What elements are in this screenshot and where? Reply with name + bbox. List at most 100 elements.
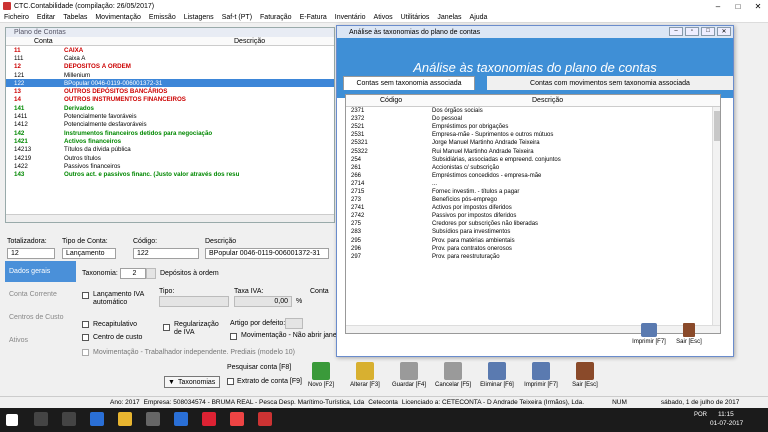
- dialog-maximize-button[interactable]: □: [701, 27, 715, 36]
- extrato-checkbox[interactable]: [227, 378, 234, 385]
- plano-row[interactable]: 122 BPopular 0046-0119-006001372-31: [6, 79, 334, 88]
- col-conta[interactable]: Conta: [6, 38, 64, 45]
- plano-row[interactable]: 111 Caixa A: [6, 54, 334, 62]
- totalizadora-field[interactable]: 12: [7, 248, 55, 259]
- taxonomia-lookup-button[interactable]: [146, 268, 156, 279]
- dialog-row[interactable]: 2715 Fornec investim. - títulos a pagar: [346, 188, 720, 196]
- dialog-row[interactable]: 275 Credores por subscrições não liberada…: [346, 220, 720, 228]
- menu-item[interactable]: Listagens: [184, 14, 214, 21]
- store-icon[interactable]: [146, 412, 160, 426]
- dialog-row[interactable]: 273 Benefícios pós-emprego: [346, 196, 720, 204]
- dialog-row[interactable]: 283 Subsídios para investimentos: [346, 228, 720, 236]
- tipo-conta-select[interactable]: Lançamento: [62, 248, 116, 259]
- plano-row[interactable]: 1422 Passivos financeiros: [6, 162, 334, 170]
- toolbar-button[interactable]: Imprimir [F7]: [522, 362, 560, 388]
- ctc-app-icon[interactable]: [258, 412, 272, 426]
- menu-item[interactable]: Ficheiro: [4, 14, 29, 21]
- menu-item[interactable]: Editar: [37, 14, 55, 21]
- taxa-iva-field[interactable]: 0,00: [234, 296, 292, 307]
- dialog-row[interactable]: 2741 Activos por impostos diferidos: [346, 204, 720, 212]
- minimize-button[interactable]: –: [708, 0, 728, 12]
- search-icon[interactable]: [34, 412, 48, 426]
- side-tab[interactable]: Dados gerais: [5, 261, 76, 282]
- plano-row[interactable]: 1412 Potencialmente desfavoráveis: [6, 121, 334, 129]
- file-explorer-icon[interactable]: [118, 412, 132, 426]
- dialog-row[interactable]: 295 Prov. para matérias ambientais: [346, 237, 720, 245]
- tipo-select[interactable]: [159, 296, 229, 307]
- side-tab[interactable]: Centros de Custo: [5, 307, 76, 328]
- menu-item[interactable]: Ativos: [374, 14, 393, 21]
- pesquisar-conta-link[interactable]: Pesquisar conta [F8]: [227, 364, 291, 371]
- dialog-row[interactable]: 266 Empréstimos concedidos - empresa-mãe: [346, 172, 720, 180]
- tab-sem-taxonomia[interactable]: Contas sem taxonomia associada: [343, 76, 475, 90]
- col-descricao[interactable]: Descrição: [64, 38, 334, 45]
- centro-custo-checkbox[interactable]: [82, 334, 89, 341]
- dialog-row[interactable]: 2372 Do pessoal: [346, 115, 720, 123]
- plano-row[interactable]: 13 OUTROS DEPÓSITOS BANCÁRIOS: [6, 87, 334, 95]
- plano-row[interactable]: 1411 Potencialmente favoráveis: [6, 112, 334, 120]
- plano-row[interactable]: 141 Derivados: [6, 104, 334, 112]
- plano-row[interactable]: 14213 Títulos da dívida pública: [6, 146, 334, 154]
- side-tab[interactable]: Ativos: [5, 330, 76, 351]
- toolbar-button[interactable]: Guardar [F4]: [390, 362, 428, 388]
- plano-row[interactable]: 14 OUTROS INSTRUMENTOS FINANCEIROS: [6, 96, 334, 104]
- plano-row[interactable]: 12 DEPÓSITOS À ORDEM: [6, 63, 334, 71]
- plano-row[interactable]: 142 Instrumentos financeiros detidos para…: [6, 129, 334, 137]
- menu-item[interactable]: E-Fatura: [300, 14, 327, 21]
- windows-start-icon[interactable]: [6, 414, 18, 426]
- col-descricao-dialog[interactable]: Descrição: [432, 97, 720, 104]
- dialog-exit-button[interactable]: Sair [Esc]: [669, 323, 709, 345]
- menu-item[interactable]: Utilitários: [401, 14, 430, 21]
- mov-trabalhador-checkbox[interactable]: [82, 349, 89, 356]
- dialog-row[interactable]: 296 Prov. para contratos onerosos: [346, 245, 720, 253]
- close-button[interactable]: ✕: [748, 0, 768, 12]
- menu-item[interactable]: Janelas: [437, 14, 461, 21]
- menu-item[interactable]: Emissão: [149, 14, 176, 21]
- plano-row[interactable]: 1421 Activos financeiros: [6, 137, 334, 145]
- dialog-row[interactable]: 2521 Empréstimos por obrigações: [346, 123, 720, 131]
- menu-item[interactable]: Movimentação: [95, 14, 141, 21]
- dialog-print-button[interactable]: Imprimir [F7]: [629, 323, 669, 345]
- menu-item[interactable]: Faturação: [260, 14, 292, 21]
- dialog-vscrollbar[interactable]: [712, 107, 720, 325]
- dialog-row[interactable]: 2742 Passivos por impostos diferidos: [346, 212, 720, 220]
- toolbar-button[interactable]: Eliminar [F6]: [478, 362, 516, 388]
- dialog-row[interactable]: 254 Subsidiárias, associadas e empreend. …: [346, 156, 720, 164]
- menu-item[interactable]: Tabelas: [63, 14, 87, 21]
- dialog-restore-button[interactable]: ▫: [685, 27, 699, 36]
- dialog-row[interactable]: 25322 Rui Manuel Martinho Andrade Teixeir…: [346, 147, 720, 155]
- lancamento-iva-checkbox[interactable]: [82, 292, 89, 299]
- regularizacao-iva-checkbox[interactable]: [163, 324, 170, 331]
- app-icon-2[interactable]: [202, 412, 216, 426]
- plano-row[interactable]: 11 CAIXA: [6, 46, 334, 54]
- tray-language[interactable]: POR: [694, 412, 707, 418]
- dialog-close-button[interactable]: ✕: [717, 27, 731, 36]
- toolbar-button[interactable]: Novo [F2]: [302, 362, 340, 388]
- dialog-row[interactable]: 2371 Dos órgãos sociais: [346, 107, 720, 115]
- codigo-field[interactable]: 122: [133, 248, 199, 259]
- task-view-icon[interactable]: [62, 412, 76, 426]
- tab-com-movimentos[interactable]: Contas com movimentos sem taxonomia asso…: [487, 76, 733, 90]
- toolbar-button[interactable]: Cancelar [F5]: [434, 362, 472, 388]
- dialog-row[interactable]: 2714...: [346, 180, 720, 188]
- dialog-row[interactable]: 261 Accionistas c/ subscrição: [346, 164, 720, 172]
- artigo-field[interactable]: [285, 318, 303, 329]
- edge-icon[interactable]: [90, 412, 104, 426]
- dialog-row[interactable]: 2531 Empresa-mãe - Suprimentos e outros m…: [346, 131, 720, 139]
- side-tab[interactable]: Conta Corrente: [5, 284, 76, 305]
- menu-item[interactable]: Saf-t (PT): [222, 14, 252, 21]
- movimentacao-checkbox[interactable]: [230, 333, 237, 340]
- toolbar-button[interactable]: Alterar [F3]: [346, 362, 384, 388]
- menu-item[interactable]: Inventário: [335, 14, 366, 21]
- plano-row[interactable]: 14219 Outros títulos: [6, 154, 334, 162]
- taxonomias-button[interactable]: ▼ Taxonomias: [164, 376, 220, 388]
- menu-item[interactable]: Ajuda: [470, 14, 488, 21]
- plano-hscrollbar[interactable]: [6, 214, 334, 222]
- dialog-row[interactable]: 297 Prov. para reestruturação: [346, 253, 720, 261]
- taxonomia-field[interactable]: 2: [120, 268, 146, 279]
- dialog-minimize-button[interactable]: –: [669, 27, 683, 36]
- plano-row[interactable]: 121 Millenium: [6, 71, 334, 79]
- maximize-button[interactable]: □: [728, 0, 748, 12]
- chrome-icon[interactable]: [230, 412, 244, 426]
- toolbar-button[interactable]: Sair [Esc]: [566, 362, 604, 388]
